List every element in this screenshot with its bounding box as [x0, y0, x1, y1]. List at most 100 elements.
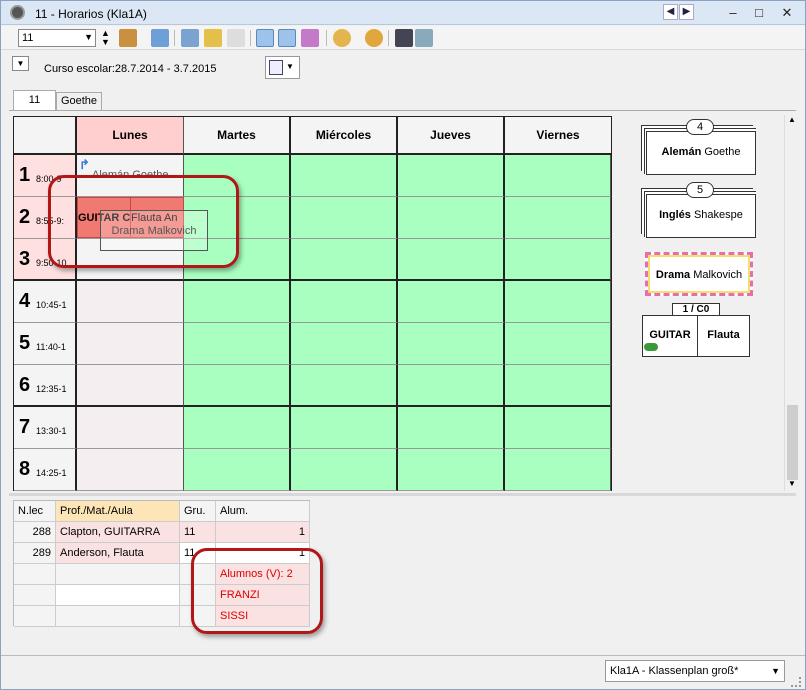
minimize-button[interactable]: –	[721, 3, 745, 23]
timetable-cell[interactable]	[291, 407, 398, 449]
row-289-id[interactable]: 289	[14, 543, 56, 564]
timetable-cell[interactable]	[291, 449, 398, 491]
timetable-cell[interactable]	[398, 365, 505, 407]
view-select[interactable]: Kla1A - Klassenplan groß* ▼	[605, 660, 785, 682]
timetable-cell[interactable]	[505, 449, 611, 491]
empty-cell	[14, 585, 56, 606]
period-label[interactable]: 6 12:35-1	[14, 365, 77, 407]
timetable-cell[interactable]	[184, 323, 291, 365]
people-icon[interactable]	[119, 29, 137, 47]
nav-forward-icon[interactable]: ▶	[679, 4, 694, 20]
spinner-icon[interactable]: ▲ ▼	[101, 29, 110, 47]
timetable-cell[interactable]	[184, 449, 291, 491]
day-header-viernes[interactable]: Viernes	[505, 117, 611, 155]
timetable-cell[interactable]	[505, 197, 611, 239]
col-header-alum[interactable]: Alum.	[216, 501, 310, 522]
timetable-cell[interactable]	[505, 239, 611, 281]
timetable-cell[interactable]	[398, 155, 505, 197]
row-288-name[interactable]: Clapton, GUITARRA	[56, 522, 180, 543]
timetable-cell[interactable]	[398, 281, 505, 323]
card-stack-aleman[interactable]: Alemán Goethe 4	[641, 119, 759, 175]
coupling-card[interactable]: 1 / C0 GUITAR Flauta	[642, 303, 750, 357]
timetable-cell[interactable]	[291, 155, 398, 197]
pin-icon[interactable]	[278, 29, 296, 47]
col-header-nlec[interactable]: N.lec	[14, 501, 56, 522]
calendar-dropdown[interactable]: ▼	[265, 56, 300, 79]
timetable-cell[interactable]	[398, 239, 505, 281]
period-time: 10:45-1	[36, 300, 67, 310]
period-label[interactable]: 8 14:25-1	[14, 449, 77, 491]
timetable-cell[interactable]	[291, 323, 398, 365]
timetable-cell[interactable]	[291, 239, 398, 281]
scroll-up-icon[interactable]: ▲	[788, 115, 796, 124]
chevron-down-icon[interactable]: ▼	[84, 32, 93, 42]
timetable-cell[interactable]	[184, 407, 291, 449]
day-header-lunes[interactable]: Lunes	[77, 117, 184, 155]
row-288-group[interactable]: 11	[180, 522, 216, 543]
scroll-thumb[interactable]	[787, 405, 798, 480]
timetable-cell[interactable]	[291, 197, 398, 239]
period-label[interactable]: 7 13:30-1	[14, 407, 77, 449]
day-header-jueves[interactable]: Jueves	[398, 117, 505, 155]
grid-scrollbar[interactable]: ▲ ▼	[784, 115, 799, 491]
tab-teacher[interactable]: Goethe	[56, 92, 102, 110]
lesson-card-aleman[interactable]: Alemán Goethe	[646, 131, 756, 175]
timetable-cell[interactable]	[184, 281, 291, 323]
row-288-id[interactable]: 288	[14, 522, 56, 543]
timetable-cell[interactable]	[505, 407, 611, 449]
scroll-down-icon[interactable]: ▼	[788, 479, 796, 488]
timetable-cell[interactable]	[184, 365, 291, 407]
row-288-count[interactable]: 1	[216, 522, 310, 543]
undo-icon[interactable]	[227, 29, 245, 47]
tab-class[interactable]: 11	[13, 90, 56, 110]
nav-back-icon[interactable]: ◀	[663, 4, 678, 20]
timetable-cell[interactable]	[77, 281, 184, 323]
tool-icon[interactable]	[301, 29, 319, 47]
toolbar-separator	[250, 30, 251, 46]
lesson-card-drama[interactable]: Drama Malkovich	[645, 252, 753, 296]
resize-grip-icon[interactable]	[791, 677, 801, 687]
lock-icon[interactable]	[204, 29, 222, 47]
settings-icon[interactable]	[333, 29, 351, 47]
day-header-miercoles[interactable]: Miércoles	[291, 117, 398, 155]
splitter[interactable]	[9, 493, 796, 496]
timetable-cell[interactable]	[77, 407, 184, 449]
tab-class-label: 11	[28, 94, 41, 106]
class-selector[interactable]: 11 ▼	[18, 29, 96, 47]
timetable-cell[interactable]	[77, 449, 184, 491]
timetable-cell[interactable]	[291, 281, 398, 323]
timetable-cell[interactable]	[291, 365, 398, 407]
timetable-cell[interactable]	[398, 407, 505, 449]
timetable-grid: Lunes Martes Miércoles Jueves Viernes 1 8…	[13, 116, 612, 491]
timetable-cell[interactable]	[505, 323, 611, 365]
empty-cell	[14, 606, 56, 627]
lesson-card-ingles[interactable]: Inglés Shakespe	[646, 194, 756, 238]
period-label[interactable]: 4 10:45-1	[14, 281, 77, 323]
export-icon[interactable]	[181, 29, 199, 47]
list-options-icon[interactable]	[415, 29, 433, 47]
col-header-prof[interactable]: Prof./Mat./Aula	[56, 501, 180, 522]
brush-icon[interactable]	[256, 29, 274, 47]
timetable-cell[interactable]	[77, 323, 184, 365]
grid-view-icon[interactable]	[151, 29, 169, 47]
period-label[interactable]: 5 11:40-1	[14, 323, 77, 365]
col-header-group[interactable]: Gru.	[180, 501, 216, 522]
timetable-cell[interactable]	[398, 323, 505, 365]
row-289-name[interactable]: Anderson, Flauta	[56, 543, 180, 564]
card-stack-ingles[interactable]: Inglés Shakespe 5	[641, 182, 759, 238]
timetable-cell[interactable]	[398, 197, 505, 239]
timetable-cell[interactable]	[505, 281, 611, 323]
timetable-cell[interactable]	[505, 155, 611, 197]
collapse-arrow-icon[interactable]: ▼	[12, 56, 29, 71]
maximize-button[interactable]: □	[747, 3, 771, 23]
coupling-flauta[interactable]: Flauta	[697, 315, 750, 357]
coupling-guitar-label: GUITAR	[649, 329, 691, 341]
gear-icon[interactable]	[365, 29, 383, 47]
timetable-cell[interactable]	[505, 365, 611, 407]
day-header-martes[interactable]: Martes	[184, 117, 291, 155]
close-button[interactable]: ✕	[775, 3, 799, 23]
timetable-cell[interactable]	[398, 449, 505, 491]
timetable-cell[interactable]	[77, 365, 184, 407]
period-number: 4	[19, 290, 31, 312]
binoculars-icon[interactable]	[395, 29, 413, 47]
